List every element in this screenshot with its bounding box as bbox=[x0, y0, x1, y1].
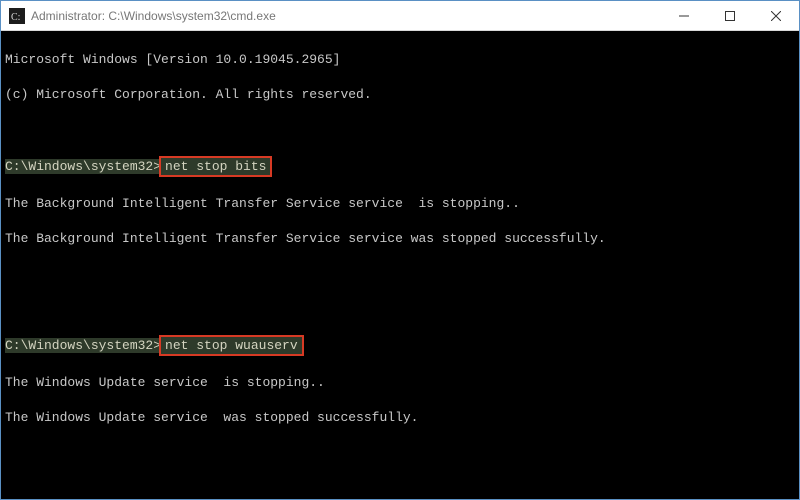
version-line: Microsoft Windows [Version 10.0.19045.29… bbox=[5, 51, 795, 69]
prompt: C:\Windows\system32> bbox=[5, 159, 161, 174]
cmd-line-1: C:\Windows\system32>net stop bits bbox=[5, 156, 795, 178]
highlighted-command-2: net stop wuauserv bbox=[159, 335, 304, 357]
prompt: C:\Windows\system32> bbox=[5, 338, 161, 353]
highlighted-command-1: net stop bits bbox=[159, 156, 272, 178]
titlebar[interactable]: C: Administrator: C:\Windows\system32\cm… bbox=[1, 1, 799, 31]
output-line: The Background Intelligent Transfer Serv… bbox=[5, 195, 795, 213]
svg-text:C:: C: bbox=[11, 12, 20, 23]
output-line: The Windows Update service is stopping.. bbox=[5, 374, 795, 392]
window-title: Administrator: C:\Windows\system32\cmd.e… bbox=[31, 9, 276, 23]
minimize-button[interactable] bbox=[661, 1, 707, 31]
cmd-icon: C: bbox=[9, 8, 25, 24]
output-line: The Background Intelligent Transfer Serv… bbox=[5, 230, 795, 248]
close-button[interactable] bbox=[753, 1, 799, 31]
cmd-line-2: C:\Windows\system32>net stop wuauserv bbox=[5, 335, 795, 357]
copyright-line: (c) Microsoft Corporation. All rights re… bbox=[5, 86, 795, 104]
maximize-button[interactable] bbox=[707, 1, 753, 31]
cmd-window: C: Administrator: C:\Windows\system32\cm… bbox=[0, 0, 800, 500]
terminal-output[interactable]: Microsoft Windows [Version 10.0.19045.29… bbox=[1, 31, 799, 499]
output-line: The Windows Update service was stopped s… bbox=[5, 409, 795, 427]
